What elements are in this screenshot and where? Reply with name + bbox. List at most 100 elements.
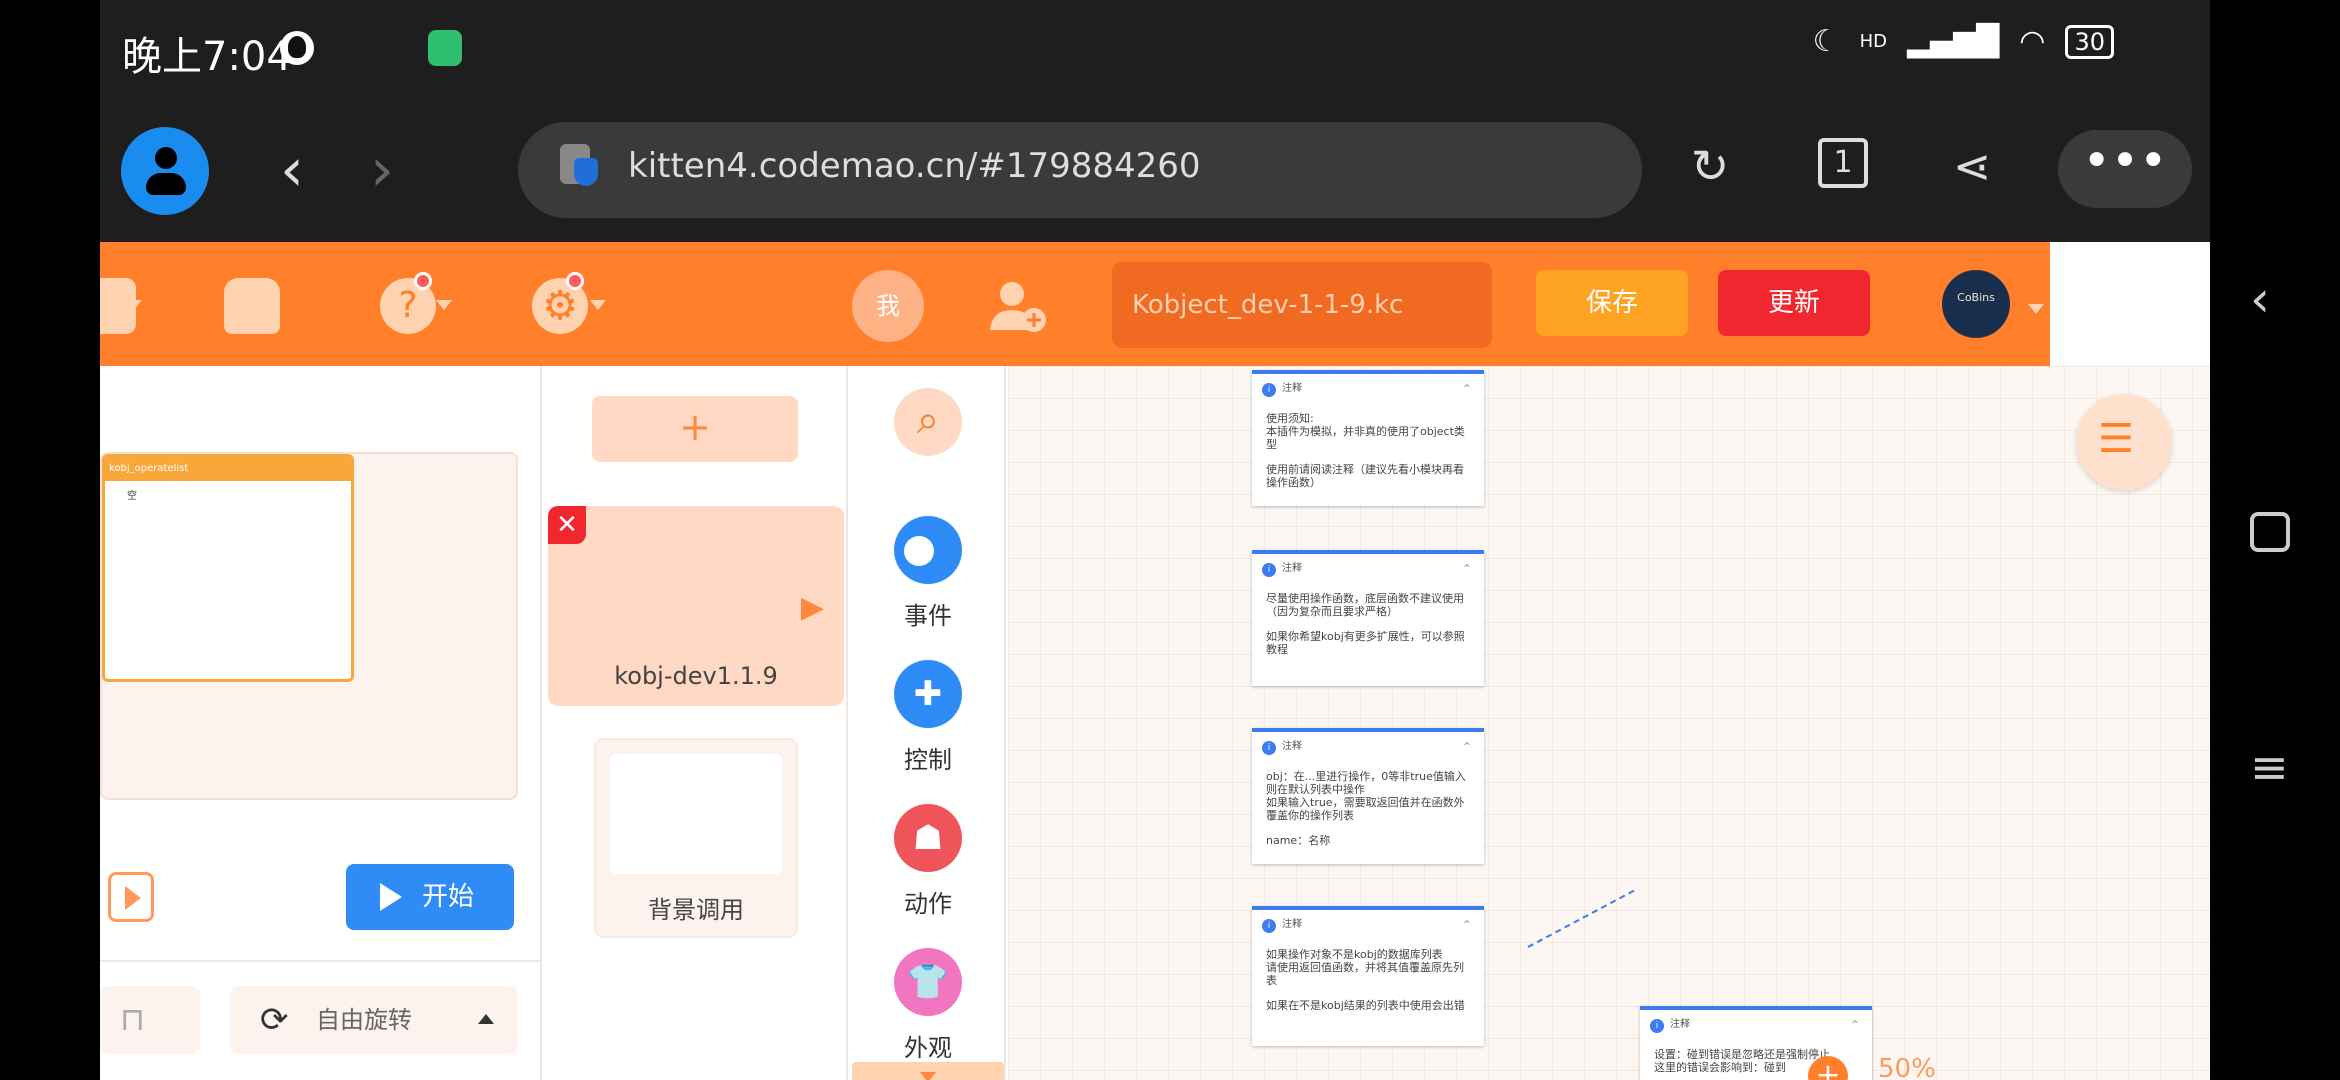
note-line: 如果输入true，需要取返回值并在函数外覆盖你的操作列表 [1266, 796, 1465, 822]
list-widget-row: 空 [127, 491, 137, 502]
note-title: 注释 [1282, 383, 1302, 394]
start-button[interactable]: 开始 [346, 864, 514, 930]
background-thumbnail [610, 754, 782, 874]
ghost-icon: ☗ [894, 804, 962, 872]
note-body: obj：在...里进行操作，0等非true值输入则在默认列表中操作 如果输入tr… [1252, 762, 1484, 847]
battery-icon: 30 [2065, 24, 2114, 59]
note-header: i 注释 ⌃ [1252, 910, 1484, 940]
note-line: 如果操作对象不是kobj的数据库列表 [1266, 948, 1443, 961]
note-title: 注释 [1670, 1019, 1690, 1030]
category-label: 动作 [904, 890, 952, 918]
chevron-right-icon[interactable]: ▶ [801, 590, 824, 625]
info-icon: i [1262, 919, 1276, 933]
note-title: 注释 [1282, 563, 1302, 574]
save-button[interactable]: 保存 [1536, 270, 1688, 336]
background-card[interactable]: 背景调用 [594, 738, 798, 938]
note-line: 本插件为模拟，并非真的使用了object类型 [1266, 425, 1465, 451]
system-home-icon[interactable] [2250, 512, 2290, 552]
delete-actor-icon[interactable]: ✕ [548, 506, 586, 544]
qq-icon [280, 31, 314, 65]
collapse-icon[interactable]: ⌃ [1462, 374, 1472, 404]
collapse-icon[interactable]: ⌃ [1462, 732, 1472, 762]
comment-note[interactable]: i 注释 ⌃ 如果操作对象不是kobj的数据库列表 请使用返回值函数，并将其值覆盖原… [1252, 906, 1484, 1046]
collapse-icon[interactable]: ⌃ [1462, 910, 1472, 940]
settings-badge [566, 272, 584, 290]
list-widget-title: kobj_operatelist [105, 457, 351, 481]
note-title: 注释 [1282, 741, 1302, 752]
note-line: 如果你希望kobj有更多扩展性，可以参照教程 [1266, 630, 1465, 656]
share-icon[interactable]: ⋖ [1942, 136, 2002, 196]
user-avatar[interactable]: CoBins [1942, 270, 2010, 338]
project-name-input[interactable]: Kobject_dev-1-1-9.kc [1112, 262, 1492, 348]
comment-link-line [1527, 889, 1635, 948]
wifi-icon: ◠ [2019, 24, 2046, 59]
note-body: 如果操作对象不是kobj的数据库列表 请使用返回值函数，并将其值覆盖原先列表 如… [1252, 940, 1484, 1012]
update-button[interactable]: 更新 [1718, 270, 1870, 336]
more-menu-button[interactable]: ••• [2058, 130, 2192, 208]
reload-icon[interactable]: ↻ [1680, 136, 1740, 196]
comment-note[interactable]: i 注释 ⌃ obj：在...里进行操作，0等非true值输入则在默认列表中操作 如… [1252, 728, 1484, 864]
screen: 晚上7:04 ☾ HD ▂▄▆█ ◠ 30 ‹ › kitten4.codema… [0, 0, 2340, 1080]
moon-icon: ☾ [1812, 24, 1840, 59]
comment-note[interactable]: i 注释 ⌃ 使用须知: 本插件为模拟，并非真的使用了object类型 使用前请阅读… [1252, 370, 1484, 506]
address-bar[interactable]: kitten4.codemao.cn/#179884260 [518, 122, 1642, 218]
app-header: ? ⚙ 我 Kobject_dev-1-1-9.kc 保存 更新 CoBins [100, 242, 2050, 366]
comment-note[interactable]: i 注释 ⌃ 尽量使用操作函数，底层函数不建议使用（因为复杂而且要求严格） 如果你希… [1252, 550, 1484, 686]
block-search-button[interactable]: ☰ [2076, 394, 2172, 490]
list-variable-widget[interactable]: kobj_operatelist 空 [102, 454, 354, 682]
note-body: 尽量使用操作函数，底层函数不建议使用（因为复杂而且要求严格） 如果你希望kobj… [1252, 584, 1484, 656]
battery-level: 30 [2074, 27, 2105, 56]
chevron-down-icon[interactable] [2028, 304, 2044, 314]
add-actor-button[interactable]: + [592, 396, 798, 462]
help-badge [414, 272, 432, 290]
system-menu-icon[interactable]: ≡ [2250, 740, 2289, 794]
profile-button[interactable] [121, 127, 209, 215]
info-icon: i [1262, 741, 1276, 755]
gamepad-icon: ✚ [894, 660, 962, 728]
tab-count-button[interactable]: 1 [1818, 138, 1868, 188]
backpack-icon[interactable] [224, 278, 280, 334]
shirt-icon: 👕 [894, 948, 962, 1016]
zoom-level: 50% [1878, 1054, 1936, 1080]
me-button[interactable]: 我 [852, 270, 924, 342]
note-header: i 注释 ⌃ [1640, 1010, 1872, 1040]
stage-panel: kobj_operatelist 空 开始 ⊓ ⟳ 自由旋转 [100, 366, 542, 1080]
toggle-icon [894, 516, 962, 584]
status-time: 晚上7:04 [122, 34, 292, 80]
stage-canvas[interactable]: kobj_operatelist 空 [100, 452, 518, 800]
background-name: 背景调用 [648, 896, 744, 924]
note-line: obj：在...里进行操作，0等非true值输入则在默认列表中操作 [1266, 770, 1466, 796]
code-workspace[interactable]: i 注释 ⌃ 使用须知: 本插件为模拟，并非真的使用了object类型 使用前请阅读… [1008, 366, 2210, 1080]
url-text: kitten4.codemao.cn/#179884260 [628, 146, 1201, 186]
note-line: 请使用返回值函数，并将其值覆盖原先列表 [1266, 961, 1464, 987]
note-line: 尽量使用操作函数，底层函数不建议使用（因为复杂而且要求严格） [1266, 592, 1464, 618]
chevron-down-icon [590, 300, 606, 310]
add-collaborator-icon[interactable] [988, 278, 1048, 334]
lock-button[interactable]: ⊓ [100, 986, 200, 1054]
forward-button[interactable]: › [370, 140, 394, 200]
browser-toolbar: ‹ › kitten4.codemao.cn/#179884260 ↻ 1 ⋖ … [100, 100, 2210, 242]
preview-play-icon[interactable] [108, 872, 154, 922]
actor-name: kobj-dev1.1.9 [614, 662, 778, 690]
block-category-panel: ⌕ 事件 ✚ 控制 ☗ 动作 👕 外观 [850, 366, 1006, 1080]
collapse-icon[interactable]: ⌃ [1850, 1010, 1860, 1040]
note-title: 注释 [1282, 919, 1302, 930]
back-button[interactable]: ‹ [280, 140, 304, 200]
chevron-down-icon [436, 300, 452, 310]
collapse-icon[interactable]: ⌃ [1462, 554, 1472, 584]
info-icon: i [1262, 383, 1276, 397]
chevron-up-icon [478, 1014, 494, 1024]
system-back-icon[interactable]: ‹ [2250, 270, 2270, 328]
info-icon: i [1262, 563, 1276, 577]
note-header: i 注释 ⌃ [1252, 732, 1484, 762]
more-categories-button[interactable] [852, 1062, 1004, 1080]
note-header: i 注释 ⌃ [1252, 554, 1484, 584]
category-label: 控制 [904, 746, 952, 774]
actor-list-panel: + ✕ ▶ kobj-dev1.1.9 背景调用 [544, 366, 848, 1080]
rotate-icon: ⟳ [260, 1000, 289, 1040]
rotation-mode-select[interactable]: ⟳ 自由旋转 [230, 986, 518, 1054]
search-icon: ⌕ [894, 388, 962, 456]
note-line: name：名称 [1266, 834, 1331, 847]
actor-card[interactable]: ✕ ▶ kobj-dev1.1.9 [548, 506, 844, 706]
note-body: 使用须知: 本插件为模拟，并非真的使用了object类型 使用前请阅读注释（建议… [1252, 404, 1484, 489]
